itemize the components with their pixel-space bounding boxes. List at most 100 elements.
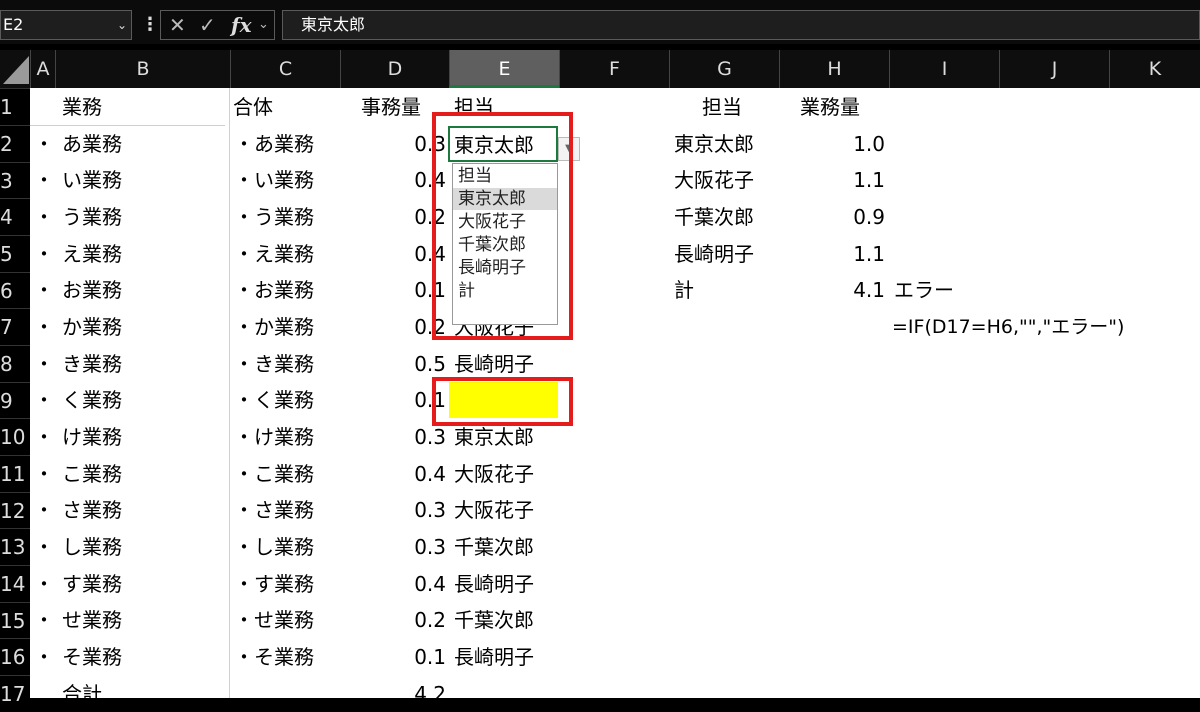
formula-note-cell[interactable]: =IF(D17=H6,"","エラー"): [892, 309, 1124, 345]
summary-name-cell[interactable]: 千葉次郎: [674, 199, 754, 235]
row-header-13[interactable]: 13: [0, 528, 30, 565]
error-cell[interactable]: エラー: [894, 272, 954, 308]
row-header-5[interactable]: 5: [0, 235, 30, 272]
task-cell[interactable]: し業務: [62, 529, 122, 565]
column-header-j[interactable]: J: [999, 50, 1109, 88]
bullet-cell[interactable]: ・: [34, 602, 54, 638]
combined-cell[interactable]: ・お業務: [234, 272, 314, 308]
header-cell-gyomu[interactable]: 業務: [62, 89, 102, 125]
summary-value-cell[interactable]: 1.1: [800, 236, 885, 272]
summary-total-value-cell[interactable]: 4.1: [800, 272, 885, 308]
summary-name-cell[interactable]: 長崎明子: [674, 236, 754, 272]
column-header-g[interactable]: G: [669, 50, 779, 88]
formula-input[interactable]: 東京太郎: [282, 10, 1200, 40]
task-cell[interactable]: せ業務: [62, 602, 122, 638]
workload-cell[interactable]: 0.4: [380, 456, 446, 492]
chevron-down-icon[interactable]: ⌄: [117, 11, 127, 39]
enter-icon[interactable]: ✓: [199, 11, 216, 39]
assignee-cell[interactable]: 大阪花子: [454, 492, 534, 528]
cancel-icon[interactable]: ✕: [169, 11, 186, 39]
row-header-8[interactable]: 8: [0, 345, 30, 382]
header-cell-gattai[interactable]: 合体: [233, 89, 273, 125]
workload-cell[interactable]: 0.4: [380, 566, 446, 602]
bullet-cell[interactable]: ・: [34, 456, 54, 492]
task-cell[interactable]: い業務: [62, 162, 122, 198]
column-header-f[interactable]: F: [559, 50, 669, 88]
assignee-cell[interactable]: 大阪花子: [454, 456, 534, 492]
total-value-cell[interactable]: 4.2: [380, 676, 446, 712]
summary-value-cell[interactable]: 1.0: [800, 126, 885, 162]
name-box[interactable]: E2 ⌄: [0, 10, 132, 40]
combined-cell[interactable]: ・せ業務: [234, 602, 314, 638]
bullet-cell[interactable]: ・: [34, 126, 54, 162]
combined-cell[interactable]: ・え業務: [234, 236, 314, 272]
combined-cell[interactable]: ・け業務: [234, 419, 314, 455]
task-cell[interactable]: こ業務: [62, 456, 122, 492]
row-header-14[interactable]: 14: [0, 565, 30, 602]
column-header-i[interactable]: I: [889, 50, 999, 88]
combined-cell[interactable]: ・そ業務: [234, 639, 314, 675]
combined-cell[interactable]: ・う業務: [234, 199, 314, 235]
column-header-c[interactable]: C: [230, 50, 340, 88]
summary-value-cell[interactable]: 0.9: [800, 199, 885, 235]
task-cell[interactable]: さ業務: [62, 492, 122, 528]
combined-cell[interactable]: ・す業務: [234, 566, 314, 602]
task-cell[interactable]: え業務: [62, 236, 122, 272]
combined-cell[interactable]: ・か業務: [234, 309, 314, 345]
summary-name-cell[interactable]: 大阪花子: [674, 162, 754, 198]
task-cell[interactable]: そ業務: [62, 639, 122, 675]
bullet-cell[interactable]: ・: [34, 492, 54, 528]
task-cell[interactable]: く業務: [62, 382, 122, 418]
bullet-cell[interactable]: ・: [34, 382, 54, 418]
bullet-cell[interactable]: ・: [34, 236, 54, 272]
cell-grid[interactable]: [30, 88, 1200, 698]
row-header-12[interactable]: 12: [0, 492, 30, 529]
task-cell[interactable]: け業務: [62, 419, 122, 455]
combined-cell[interactable]: ・さ業務: [234, 492, 314, 528]
column-header-d[interactable]: D: [340, 50, 449, 88]
column-header-e[interactable]: E: [449, 50, 559, 88]
task-cell[interactable]: う業務: [62, 199, 122, 235]
assignee-cell[interactable]: 長崎明子: [454, 566, 534, 602]
bullet-cell[interactable]: ・: [34, 419, 54, 455]
task-cell[interactable]: あ業務: [62, 126, 122, 162]
more-options-icon[interactable]: ⋮: [141, 10, 159, 40]
total-label-cell[interactable]: 合計: [62, 676, 102, 712]
combined-cell[interactable]: ・こ業務: [234, 456, 314, 492]
insert-function-icon[interactable]: fx: [231, 11, 252, 39]
combined-cell[interactable]: ・く業務: [234, 382, 314, 418]
assignee-cell[interactable]: 長崎明子: [454, 639, 534, 675]
summary-name-cell[interactable]: 東京太郎: [674, 126, 754, 162]
row-header-11[interactable]: 11: [0, 455, 30, 492]
row-header-16[interactable]: 16: [0, 638, 30, 675]
summary-value-cell[interactable]: 1.1: [800, 162, 885, 198]
bullet-cell[interactable]: ・: [34, 199, 54, 235]
workload-cell[interactable]: 0.3: [380, 529, 446, 565]
task-cell[interactable]: き業務: [62, 346, 122, 382]
header-cell-gyomuryo[interactable]: 業務量: [800, 89, 860, 125]
bullet-cell[interactable]: ・: [34, 639, 54, 675]
bullet-cell[interactable]: ・: [34, 309, 54, 345]
column-header-a[interactable]: A: [30, 50, 55, 88]
bullet-cell[interactable]: ・: [34, 162, 54, 198]
combined-cell[interactable]: ・い業務: [234, 162, 314, 198]
workload-cell[interactable]: 0.2: [380, 602, 446, 638]
assignee-cell[interactable]: 千葉次郎: [454, 529, 534, 565]
row-header-10[interactable]: 10: [0, 418, 30, 455]
row-header-4[interactable]: 4: [0, 198, 30, 235]
combined-cell[interactable]: ・き業務: [234, 346, 314, 382]
row-header-9[interactable]: 9: [0, 382, 30, 419]
bullet-cell[interactable]: ・: [34, 272, 54, 308]
row-header-1[interactable]: 1: [0, 88, 30, 125]
row-header-17[interactable]: 17: [0, 675, 30, 712]
column-header-b[interactable]: B: [55, 50, 230, 88]
workload-cell[interactable]: 0.1: [380, 639, 446, 675]
combined-cell[interactable]: ・あ業務: [234, 126, 314, 162]
row-header-7[interactable]: 7: [0, 308, 30, 345]
bullet-cell[interactable]: ・: [34, 346, 54, 382]
summary-total-label-cell[interactable]: 計: [674, 272, 694, 308]
task-cell[interactable]: か業務: [62, 309, 122, 345]
column-header-k[interactable]: K: [1109, 50, 1200, 88]
row-header-15[interactable]: 15: [0, 602, 30, 639]
task-cell[interactable]: お業務: [62, 272, 122, 308]
